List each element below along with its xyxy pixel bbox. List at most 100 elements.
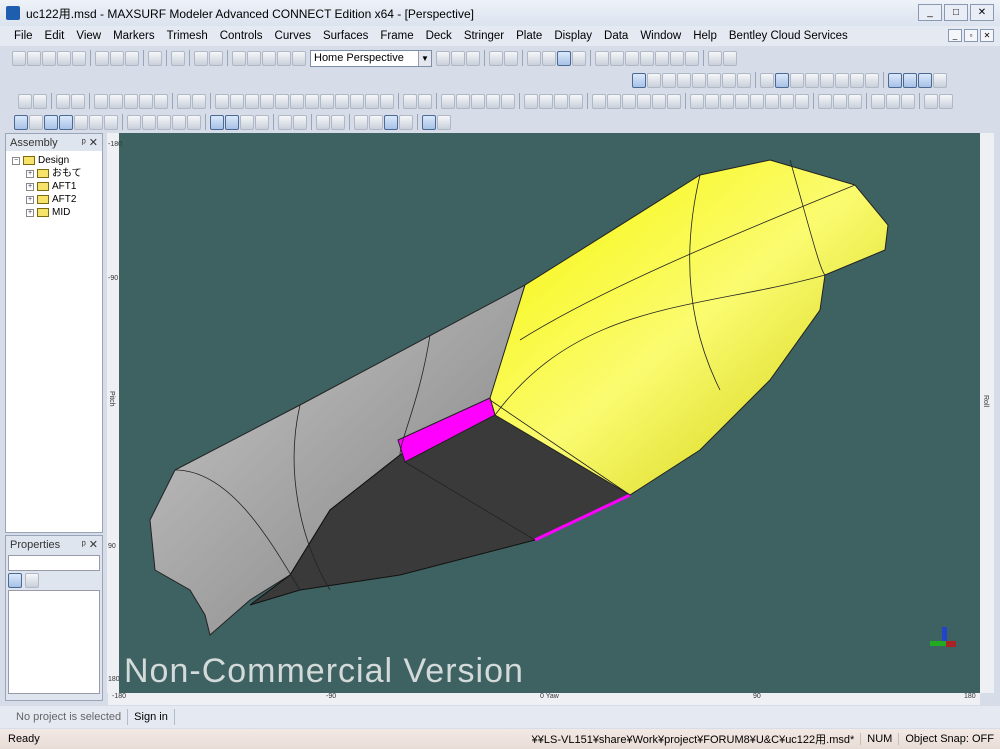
toolbar-button-icon[interactable] [780, 93, 794, 109]
toolbar-button-icon[interactable] [399, 114, 413, 130]
toolbar-button-icon[interactable] [354, 114, 368, 130]
toolbar-button-icon[interactable] [607, 93, 621, 109]
toolbar-button-icon[interactable] [610, 50, 624, 66]
toolbar-button-icon[interactable] [72, 50, 86, 66]
toolbar-button-icon[interactable] [466, 50, 480, 66]
toolbar-button-icon[interactable] [142, 114, 156, 130]
toolbar-button-icon[interactable] [56, 93, 70, 109]
mdi-close-button[interactable]: ✕ [980, 29, 994, 42]
menu-data[interactable]: Data [598, 30, 634, 42]
toolbar-button-icon[interactable] [677, 72, 691, 88]
menu-markers[interactable]: Markers [107, 30, 161, 42]
toolbar-button-icon[interactable] [194, 50, 208, 66]
toolbar-button-icon[interactable] [172, 114, 186, 130]
toolbar-button-icon[interactable] [365, 93, 379, 109]
toolbar-button-icon[interactable] [707, 72, 721, 88]
toolbar-button-icon[interactable] [655, 50, 669, 66]
menu-view[interactable]: View [70, 30, 107, 42]
toolbar-button-icon[interactable] [708, 50, 722, 66]
toolbar-button-icon[interactable] [527, 50, 541, 66]
menu-display[interactable]: Display [548, 30, 598, 42]
toolbar-button-icon[interactable] [109, 93, 123, 109]
toolbar-button-icon[interactable] [44, 114, 58, 130]
toolbar-button-icon[interactable] [501, 93, 515, 109]
toolbar-button-icon[interactable] [29, 114, 43, 130]
toolbar-button-icon[interactable] [539, 93, 553, 109]
toolbar-button-icon[interactable] [737, 72, 751, 88]
toolbar-button-icon[interactable] [148, 50, 162, 66]
toolbar-button-icon[interactable] [790, 72, 804, 88]
toolbar-button-icon[interactable] [436, 50, 450, 66]
toolbar-button-icon[interactable] [486, 93, 500, 109]
close-button[interactable]: ✕ [970, 4, 994, 21]
toolbar-button-icon[interactable] [127, 114, 141, 130]
toolbar-button-icon[interactable] [290, 93, 304, 109]
toolbar-button-icon[interactable] [245, 93, 259, 109]
toolbar-button-icon[interactable] [154, 93, 168, 109]
minimize-button[interactable]: _ [918, 4, 942, 21]
menu-plate[interactable]: Plate [510, 30, 548, 42]
toolbar-button-icon[interactable] [888, 72, 902, 88]
toolbar-button-icon[interactable] [524, 93, 538, 109]
toolbar-button-icon[interactable] [835, 72, 849, 88]
toolbar-button-icon[interactable] [723, 50, 737, 66]
menu-help[interactable]: Help [687, 30, 723, 42]
menu-window[interactable]: Window [634, 30, 687, 42]
toolbar-button-icon[interactable] [14, 114, 28, 130]
perspective-viewport[interactable] [119, 133, 980, 693]
toolbar-button-icon[interactable] [471, 93, 485, 109]
toolbar-button-icon[interactable] [95, 50, 109, 66]
toolbar-button-icon[interactable] [685, 50, 699, 66]
toolbar-button-icon[interactable] [542, 50, 556, 66]
object-select[interactable] [8, 555, 100, 571]
toolbar-button-icon[interactable] [177, 93, 191, 109]
toolbar-button-icon[interactable] [933, 72, 947, 88]
sort-az-icon[interactable] [25, 573, 39, 588]
tree-item[interactable]: + AFT2 [12, 193, 102, 206]
menu-trimesh[interactable]: Trimesh [161, 30, 214, 42]
toolbar-button-icon[interactable] [232, 50, 246, 66]
menu-surfaces[interactable]: Surfaces [317, 30, 374, 42]
roll-ruler[interactable]: Roll [980, 133, 994, 693]
toolbar-button-icon[interactable] [369, 114, 383, 130]
toolbar-button-icon[interactable] [125, 50, 139, 66]
toolbar-button-icon[interactable] [74, 114, 88, 130]
close-icon[interactable]: ᵖ ✕ [82, 538, 98, 551]
toolbar-button-icon[interactable] [59, 114, 73, 130]
toolbar-button-icon[interactable] [210, 114, 224, 130]
toolbar-button-icon[interactable] [260, 93, 274, 109]
toolbar-button-icon[interactable] [805, 72, 819, 88]
toolbar-button-icon[interactable] [187, 114, 201, 130]
toolbar-button-icon[interactable] [662, 72, 676, 88]
menu-edit[interactable]: Edit [39, 30, 71, 42]
menu-deck[interactable]: Deck [420, 30, 458, 42]
mdi-restore-button[interactable]: ▫ [964, 29, 978, 42]
sign-in-button[interactable]: Sign in [128, 709, 175, 725]
toolbar-button-icon[interactable] [225, 114, 239, 130]
tree-root[interactable]: − Design [12, 154, 102, 167]
toolbar-button-icon[interactable] [640, 50, 654, 66]
toolbar-button-icon[interactable] [903, 72, 917, 88]
toolbar-button-icon[interactable] [292, 50, 306, 66]
menu-bentley-cloud-services[interactable]: Bentley Cloud Services [723, 30, 854, 42]
toolbar-button-icon[interactable] [637, 93, 651, 109]
tree-item[interactable]: + AFT1 [12, 180, 102, 193]
toolbar-button-icon[interactable] [554, 93, 568, 109]
toolbar-button-icon[interactable] [277, 50, 291, 66]
toolbar-button-icon[interactable] [57, 50, 71, 66]
tree-item[interactable]: + MID [12, 206, 102, 219]
toolbar-button-icon[interactable] [192, 93, 206, 109]
toolbar-button-icon[interactable] [316, 114, 330, 130]
toolbar-button-icon[interactable] [240, 114, 254, 130]
toolbar-button-icon[interactable] [27, 50, 41, 66]
toolbar-button-icon[interactable] [572, 50, 586, 66]
toolbar-button-icon[interactable] [350, 93, 364, 109]
mdi-minimize-button[interactable]: _ [948, 29, 962, 42]
toolbar-button-icon[interactable] [451, 50, 465, 66]
toolbar-button-icon[interactable] [305, 93, 319, 109]
property-grid[interactable] [8, 590, 100, 694]
yaw-ruler[interactable]: -180 -90 0 Yaw 90 180 [108, 693, 980, 705]
toolbar-button-icon[interactable] [760, 72, 774, 88]
toolbar-button-icon[interactable] [124, 93, 138, 109]
toolbar-button-icon[interactable] [293, 114, 307, 130]
